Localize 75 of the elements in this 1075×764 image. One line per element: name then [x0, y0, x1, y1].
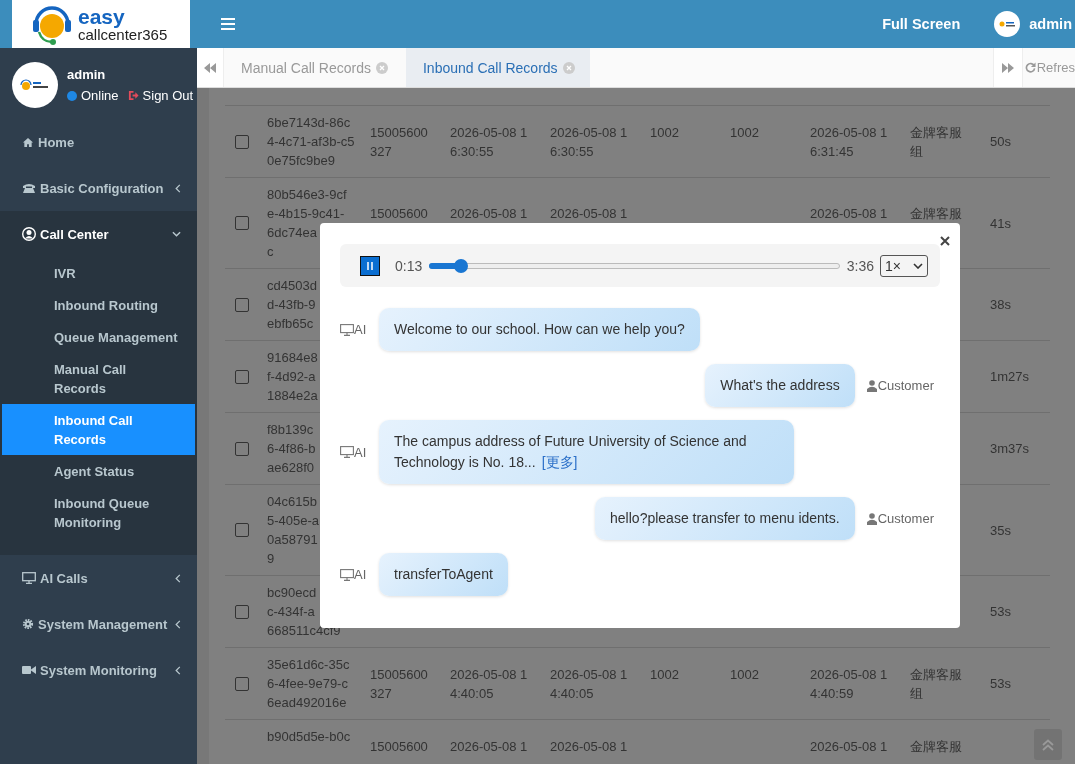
table-cell: 1002: [650, 124, 679, 140]
full-screen-link[interactable]: Full Screen: [882, 16, 961, 32]
table-cell: 金牌客服: [910, 206, 962, 221]
table-cell: 3m37s: [990, 441, 1030, 456]
table-cell: 91684e8 f-4d92-a 1884e2a: [267, 350, 318, 403]
table-cell: 15005600: [370, 738, 428, 754]
speaker-label: AI: [354, 444, 367, 460]
table-cell: 1002: [730, 124, 759, 140]
message-text: The campus address of Future University of Science and Technology is No. 18... [更多]: [394, 433, 747, 470]
table-cell: 80b546e3-9cf e-4b15-9c41- 6dc74ea c: [267, 187, 347, 259]
sidebar-subitem[interactable]: IVR: [2, 257, 195, 289]
table-cell: 2026-05-08 16:30:55: [450, 124, 528, 159]
table-cell: 6be7143d-86c4-4c71-af3b-c50e75fc9be9: [267, 115, 355, 168]
table-cell: 35s: [990, 522, 1011, 538]
total-time: 3:36: [846, 257, 874, 274]
table-cell: 金牌客服组: [910, 124, 962, 159]
table-cell: 04c615b 5-405e-a 0a58791 9: [267, 494, 320, 566]
speaker-label: AI: [354, 322, 367, 337]
table-cell: 2026-05-08 1: [810, 206, 888, 221]
sidebar-subitem[interactable]: Inbound Queue Monitoring: [2, 487, 195, 538]
speaker-label: Customer: [877, 378, 934, 393]
table-cell: 2026-05-08 1: [550, 206, 628, 221]
sidebar-item[interactable]: System Monitoring: [0, 647, 197, 693]
table-cell: 1002: [650, 666, 679, 682]
table-cell: 53s: [990, 676, 1011, 691]
table-cell: 2026-05-08 14:40:05: [550, 666, 628, 701]
table-cell: bc90ecd c-434f-a 668511c4cf9: [267, 585, 341, 638]
table-cell: 1m27s: [990, 369, 1030, 384]
sign-out-link[interactable]: Sign Out: [127, 88, 194, 103]
table-cell: 2026-05-08 1: [550, 738, 628, 754]
current-time: 0:13: [395, 257, 423, 274]
status-text: Online: [81, 88, 119, 103]
table-cell: 53s: [990, 604, 1011, 619]
logo-text: callcenter365: [78, 27, 168, 42]
table-cell: 2026-05-08 1: [450, 738, 528, 754]
table-cell: 15005600327: [370, 124, 428, 159]
speaker-label: Customer: [877, 511, 934, 526]
sidebar-item[interactable]: System Management: [0, 601, 197, 647]
message-text: What's the address: [720, 377, 840, 393]
user-name: admin: [67, 67, 107, 82]
table-cell: f8b139c 6-4f86-b ae628f0: [267, 422, 316, 475]
table-cell: 2026-05-08 16:31:45: [810, 124, 888, 159]
table-cell: 2026-05-08 1: [450, 206, 528, 221]
sidebar-item[interactable]: Basic Configuration: [0, 165, 197, 211]
sidebar-item[interactable]: Call Center: [0, 211, 197, 257]
message-text: transferToAgent: [394, 566, 493, 582]
table-cell: 1002: [730, 666, 759, 682]
message-text: hello?please transfer to menu idents.: [610, 510, 840, 526]
user-menu[interactable]: admin: [1029, 16, 1072, 32]
sidebar-subitem[interactable]: Manual Call Records: [2, 353, 195, 404]
sidebar-item[interactable]: Home: [0, 119, 197, 165]
table-cell: 2026-05-08 16:30:55: [550, 124, 628, 159]
sidebar-subitem[interactable]: Inbound Routing: [2, 289, 195, 321]
more-link[interactable]: [更多]: [541, 454, 578, 470]
table-cell: 2026-05-08 14:40:05: [450, 666, 528, 701]
table-cell: 50s: [990, 134, 1011, 149]
table-cell: 金牌客服组: [910, 666, 962, 701]
table-cell: 38s: [990, 297, 1011, 312]
table-cell: cd4503d d-43fb-9 ebfb65c: [267, 278, 317, 331]
table-cell: 金牌客服: [910, 738, 962, 754]
table-cell: 15005600: [370, 206, 428, 221]
message-text: Welcome to our school. How can we help you?: [394, 321, 685, 337]
table-cell: b90d5d5e-b0c: [267, 729, 351, 744]
speaker-label: AI: [354, 567, 367, 582]
sidebar-subitem[interactable]: Agent Status: [2, 455, 195, 487]
sidebar-subitem[interactable]: Inbound Call Records: [2, 404, 195, 455]
table-cell: 15005600327: [370, 666, 428, 701]
table-cell: 2026-05-08 14:40:59: [810, 666, 888, 701]
page-tab[interactable]: Inbound Call Records: [405, 48, 590, 87]
sidebar-subitem[interactable]: Queue Management: [2, 321, 195, 353]
sidebar-item[interactable]: AI Calls: [0, 555, 197, 601]
speed-select[interactable]: 1×: [880, 254, 928, 277]
table-cell: 2026-05-08 1: [810, 738, 888, 754]
table-cell: 41s: [990, 215, 1011, 231]
table-cell: 35e61d6c-35c6-4fee-9e79-c6ead492016e: [267, 657, 350, 710]
